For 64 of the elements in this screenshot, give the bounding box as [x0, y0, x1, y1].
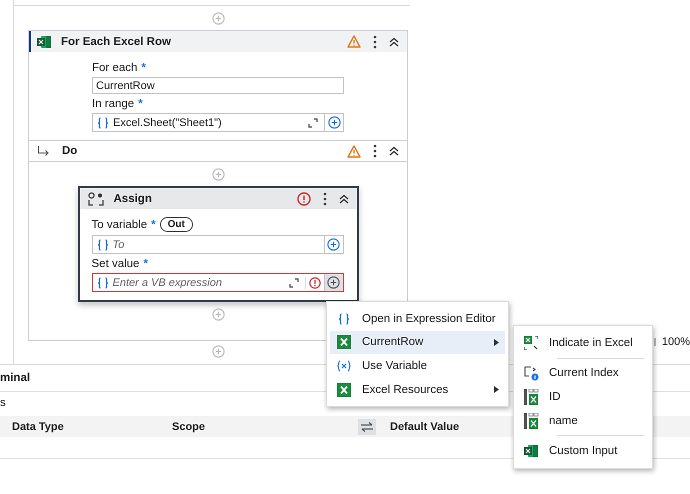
column-header[interactable]: Default Value [390, 420, 460, 432]
required-mark: * [141, 62, 146, 74]
menu-item[interactable]: Open in Expression Editor [330, 307, 505, 331]
menu-item[interactable]: ID [517, 385, 649, 409]
menu-item[interactable]: Use Variable [330, 354, 505, 378]
menu-item[interactable]: Excel Resources [330, 378, 505, 402]
field-label: Set value [92, 258, 140, 270]
field-label: For each [92, 62, 138, 74]
more-icon[interactable] [373, 34, 377, 48]
expression-field[interactable]: Excel.Sheet("Sheet1") [92, 113, 344, 132]
expand-icon[interactable] [288, 278, 298, 288]
text-field[interactable]: CurrentRow [92, 77, 344, 94]
expression-field[interactable]: To [92, 235, 344, 254]
required-mark: * [138, 98, 143, 110]
collapse-icon[interactable] [338, 194, 348, 204]
expand-icon[interactable] [308, 118, 318, 128]
menu-item[interactable]: name [517, 408, 649, 432]
field-label: To variable [92, 218, 148, 230]
assign-icon [88, 192, 104, 206]
assign-card[interactable]: Assign To variable * Out To Set value * Enter a VB expression [78, 186, 358, 302]
swap-button[interactable] [358, 418, 376, 434]
expression-field[interactable]: Enter a VB expression [92, 273, 344, 292]
braces-icon [338, 312, 350, 325]
braces-icon [96, 276, 108, 288]
excel-icon [337, 335, 351, 350]
placeholder-text: Enter a VB expression [112, 276, 223, 288]
excel-icon [337, 382, 351, 397]
required-mark: * [143, 258, 148, 270]
column-icon [524, 412, 538, 429]
direction-badge: Out [160, 217, 193, 232]
variable-icon [337, 360, 351, 372]
section-title: Do [62, 145, 78, 157]
menu-item[interactable]: Indicate in Excel [517, 331, 649, 355]
error-icon [308, 276, 320, 288]
placeholder-text: To [112, 238, 126, 250]
braces-icon [97, 116, 109, 128]
menu-item[interactable]: CurrentRow [330, 330, 505, 354]
required-mark: * [151, 218, 156, 230]
field-value: Excel.Sheet("Sheet1") [113, 116, 223, 128]
field-label: In range [92, 98, 134, 110]
add-icon[interactable] [328, 116, 340, 129]
column-header[interactable]: Scope [172, 420, 358, 432]
braces-icon [96, 238, 108, 250]
add-icon[interactable] [327, 276, 340, 289]
column-header[interactable]: Data Type [12, 420, 172, 432]
zoom-level[interactable]: 100% [662, 336, 690, 348]
menu-item[interactable]: Custom Input [517, 439, 649, 463]
more-icon[interactable] [373, 144, 377, 158]
excel-icon [524, 445, 538, 458]
activity-title: For Each Excel Row [61, 36, 172, 48]
branch-arrow-icon [37, 146, 50, 156]
swap-icon [360, 420, 374, 432]
panel-tab[interactable]: minal [0, 372, 30, 384]
more-icon[interactable] [322, 192, 326, 206]
collapse-icon[interactable] [389, 36, 399, 46]
excel-icon [37, 36, 51, 48]
panel-tab[interactable]: s [0, 397, 6, 409]
index-icon [524, 366, 538, 381]
collapse-icon[interactable] [389, 146, 399, 156]
menu-item[interactable]: Current Index [517, 362, 649, 386]
column-icon [524, 388, 538, 405]
add-icon[interactable] [327, 238, 340, 251]
indicate-icon [524, 336, 538, 350]
activity-title: Assign [114, 192, 153, 204]
